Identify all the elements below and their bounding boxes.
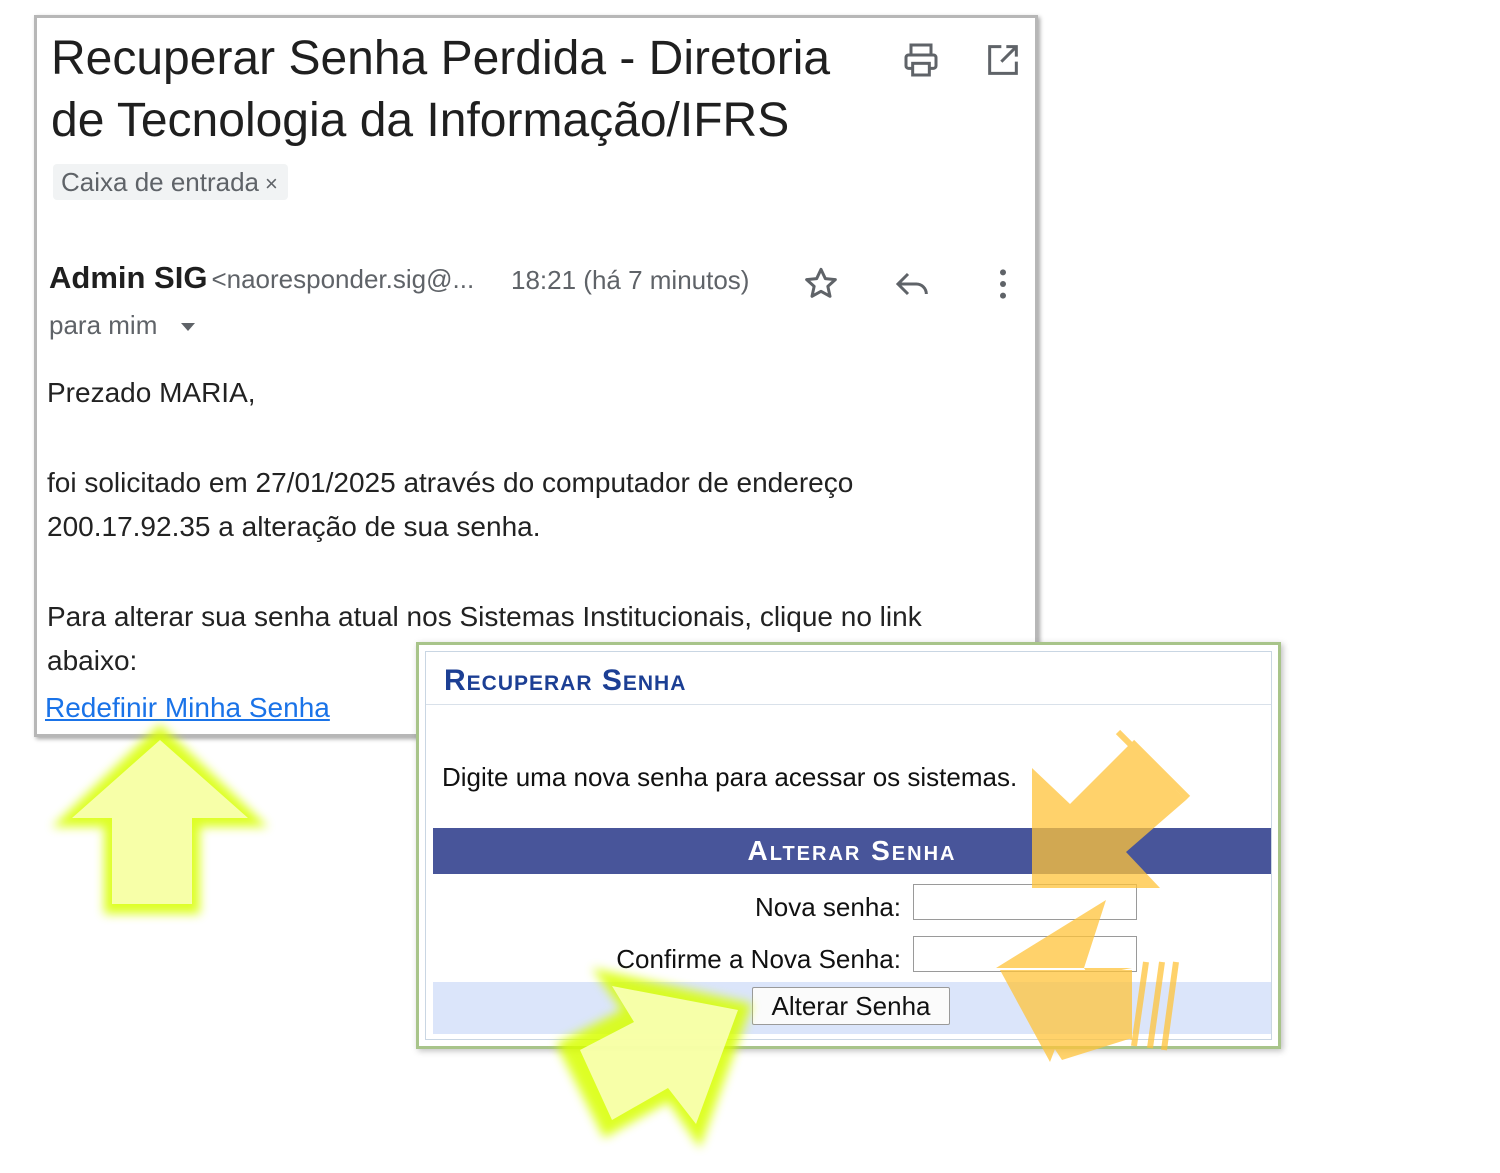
- panel-inner-frame: Recuperar Senha Digite uma nova senha pa…: [425, 651, 1272, 1040]
- form-header: Alterar Senha: [433, 828, 1271, 874]
- confirm-password-input[interactable]: [913, 936, 1137, 972]
- recover-password-panel: Recuperar Senha Digite uma nova senha pa…: [416, 642, 1281, 1049]
- recipient-text: para mim: [49, 310, 158, 340]
- title-divider: [426, 704, 1271, 705]
- inbox-label-chip: Caixa de entrada ×: [53, 164, 288, 200]
- email-subject: Recuperar Senha Perdida - Diretoria de T…: [51, 32, 831, 147]
- change-password-button[interactable]: Alterar Senha: [752, 987, 950, 1025]
- reset-password-link[interactable]: Redefinir Minha Senha: [45, 688, 330, 728]
- confirm-password-label: Confirme a Nova Senha:: [616, 944, 901, 974]
- email-paragraph-1-line-1: foi solicitado em 27/01/2025 através do …: [47, 467, 854, 498]
- open-in-new-window-icon[interactable]: [983, 40, 1023, 80]
- sender-email: <naoresponder.sig@...: [211, 264, 475, 294]
- more-vert-icon[interactable]: [983, 264, 1023, 304]
- email-paragraph-2-line-1: Para alterar sua senha atual nos Sistema…: [47, 601, 922, 632]
- recipient-row[interactable]: para mim: [49, 310, 197, 341]
- new-password-label: Nova senha:: [755, 892, 901, 922]
- panel-title: Recuperar Senha: [444, 664, 687, 697]
- green-up-arrow-icon: [52, 724, 268, 914]
- sent-time: 18:21 (há 7 minutos): [511, 265, 750, 295]
- email-window: Recuperar Senha Perdida - Diretoria de T…: [34, 15, 1038, 737]
- email-paragraph-1-line-2: 200.17.92.35 a alteração de sua senha.: [47, 511, 541, 542]
- star-icon[interactable]: [801, 264, 841, 304]
- new-password-input[interactable]: [913, 884, 1137, 920]
- panel-description: Digite uma nova senha para acessar os si…: [442, 762, 1018, 792]
- print-icon[interactable]: [901, 40, 941, 80]
- sender-row: Admin SIG <naoresponder.sig@...: [49, 260, 474, 296]
- email-greeting: Prezado MARIA,: [47, 377, 256, 408]
- email-paragraph-2-line-2: abaixo:: [47, 645, 138, 676]
- reply-icon[interactable]: [893, 264, 933, 304]
- remove-label-icon[interactable]: ×: [265, 171, 278, 196]
- caret-down-icon[interactable]: [179, 321, 197, 333]
- sender-name: Admin SIG: [49, 260, 208, 295]
- inbox-label-text: Caixa de entrada: [61, 167, 260, 197]
